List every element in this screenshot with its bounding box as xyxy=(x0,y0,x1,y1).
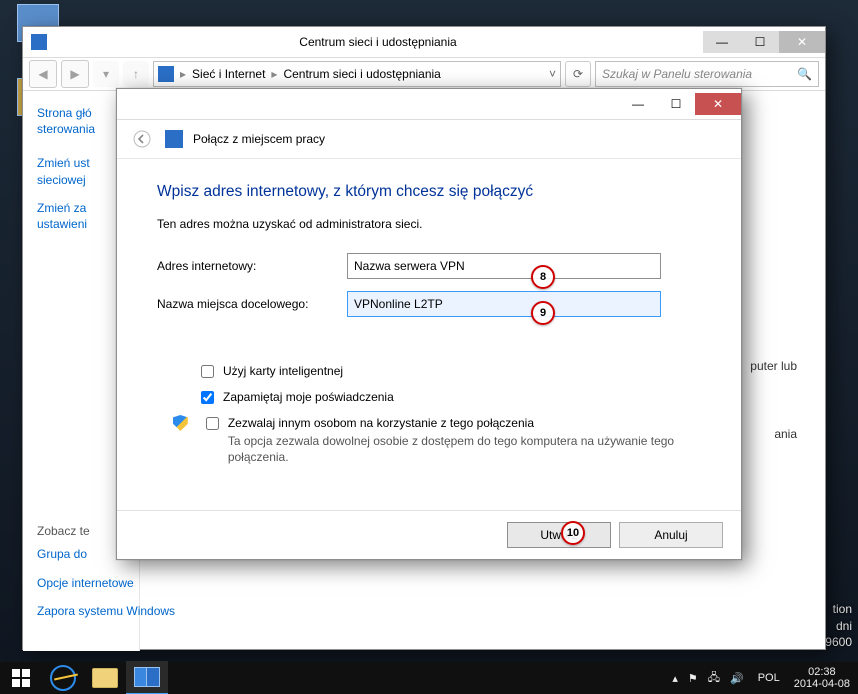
tray-network-icon[interactable]: 🖧 xyxy=(708,669,720,688)
row-internet-address: Adres internetowy: Nazwa serwera VPN xyxy=(157,253,701,279)
checkbox-allow-others-input[interactable] xyxy=(206,417,219,430)
wizard-header: Połącz z miejscem pracy xyxy=(117,120,741,159)
up-button[interactable]: ↑ xyxy=(123,61,149,87)
shield-icon xyxy=(173,415,188,431)
folder-icon xyxy=(92,668,118,688)
titlebar[interactable]: Centrum sieci i udostępniania — ☐ ✕ xyxy=(23,27,825,58)
taskbar-ie[interactable] xyxy=(42,662,84,694)
connect-workplace-wizard: — ☐ ✕ Połącz z miejscem pracy Wpisz adre… xyxy=(116,88,742,560)
tray-date: 2014-04-08 xyxy=(794,678,850,690)
address-dropdown-icon[interactable]: ˅ xyxy=(549,67,556,81)
checkbox-allow-others-label: Zezwalaj innym osobom na korzystanie z t… xyxy=(228,415,701,431)
wizard-back-button[interactable] xyxy=(129,126,155,152)
taskbar-explorer[interactable] xyxy=(84,662,126,694)
history-dropdown[interactable]: ▾ xyxy=(93,61,119,87)
back-button[interactable]: ◀ xyxy=(29,60,57,88)
checkbox-remember[interactable]: Zapamiętaj moje poświadczenia xyxy=(197,389,701,407)
close-button[interactable]: ✕ xyxy=(779,31,825,53)
wizard-header-text: Połącz z miejscem pracy xyxy=(193,132,325,146)
windows-logo-icon xyxy=(12,669,30,687)
input-destination-name[interactable]: VPNonline L2TP xyxy=(347,291,661,317)
tray-time: 02:38 xyxy=(794,666,850,678)
toolbar: ◀ ▶ ▾ ↑ ▸ Sieć i Internet ▸ Centrum siec… xyxy=(23,58,825,91)
wizard-footer: Utwórz Anuluj xyxy=(117,510,741,559)
search-icon: 🔍 xyxy=(797,67,812,81)
forward-button[interactable]: ▶ xyxy=(61,60,89,88)
checkbox-smartcard[interactable]: Użyj karty inteligentnej xyxy=(197,363,701,381)
tray-action-center-icon[interactable]: ⚑ xyxy=(688,672,698,685)
tray-volume-icon[interactable]: 🔊 xyxy=(730,672,744,685)
input-internet-address[interactable]: Nazwa serwera VPN xyxy=(347,253,661,279)
breadcrumb-seg-1[interactable]: Sieć i Internet xyxy=(192,67,265,81)
create-button[interactable]: Utwórz xyxy=(507,522,611,548)
refresh-button[interactable]: ⟳ xyxy=(565,61,591,87)
checkbox-allow-others[interactable]: Zezwalaj innym osobom na korzystanie z t… xyxy=(197,415,701,466)
wizard-heading: Wpisz adres internetowy, z którym chcesz… xyxy=(157,183,701,201)
address-bar[interactable]: ▸ Sieć i Internet ▸ Centrum sieci i udos… xyxy=(153,61,561,87)
label-internet-address: Adres internetowy: xyxy=(157,259,347,273)
window-title: Centrum sieci i udostępniania xyxy=(53,35,703,49)
minimize-button[interactable]: — xyxy=(703,31,741,53)
path-icon xyxy=(158,66,174,82)
controlpanel-icon xyxy=(134,667,160,687)
checkbox-allow-others-text: Zezwalaj innym osobom na korzystanie z t… xyxy=(228,415,701,466)
checkbox-remember-input[interactable] xyxy=(201,391,214,404)
network-icon xyxy=(31,34,47,50)
checkbox-smartcard-input[interactable] xyxy=(201,365,214,378)
main-text-fragment-2: ania xyxy=(774,427,797,441)
wizard-close-button[interactable]: ✕ xyxy=(695,93,741,115)
wizard-content: Wpisz adres internetowy, z którym chcesz… xyxy=(117,159,741,484)
maximize-button[interactable]: ☐ xyxy=(741,31,779,53)
main-text-fragment-1: puter lub xyxy=(750,359,797,373)
wizard-titlebar[interactable]: — ☐ ✕ xyxy=(117,89,741,120)
ie-icon xyxy=(50,665,76,691)
tray-clock[interactable]: 02:38 2014-04-08 xyxy=(794,666,850,690)
wizard-subheading: Ten adres można uzyskać od administrator… xyxy=(157,217,701,231)
start-button[interactable] xyxy=(0,662,42,694)
taskbar-control-panel[interactable] xyxy=(126,661,168,694)
system-tray[interactable]: ▴ ⚑ 🖧 🔊 POL 02:38 2014-04-08 xyxy=(664,666,858,690)
label-destination-name: Nazwa miejsca docelowego: xyxy=(157,297,347,311)
row-destination-name: Nazwa miejsca docelowego: VPNonline L2TP xyxy=(157,291,701,317)
breadcrumb-sep2: ▸ xyxy=(271,67,277,81)
cancel-button[interactable]: Anuluj xyxy=(619,522,723,548)
wizard-maximize-button[interactable]: ☐ xyxy=(657,93,695,115)
breadcrumb-seg-2[interactable]: Centrum sieci i udostępniania xyxy=(283,67,440,81)
search-box[interactable]: Szukaj w Panelu sterowania 🔍 xyxy=(595,61,819,87)
breadcrumb-sep: ▸ xyxy=(180,67,186,81)
search-placeholder: Szukaj w Panelu sterowania xyxy=(602,67,797,81)
tray-chevron-icon[interactable]: ▴ xyxy=(672,672,678,685)
checkbox-remember-label: Zapamiętaj moje poświadczenia xyxy=(223,389,394,405)
taskbar[interactable]: ▴ ⚑ 🖧 🔊 POL 02:38 2014-04-08 xyxy=(0,662,858,694)
wizard-minimize-button[interactable]: — xyxy=(619,93,657,115)
taskbar-left xyxy=(0,661,168,694)
checkbox-smartcard-label: Użyj karty inteligentnej xyxy=(223,363,343,379)
tray-language[interactable]: POL xyxy=(754,670,784,686)
back-arrow-icon xyxy=(133,130,151,148)
checkbox-allow-others-sub: Ta opcja zezwala dowolnej osobie z dostę… xyxy=(228,433,701,465)
workplace-icon xyxy=(165,130,183,148)
